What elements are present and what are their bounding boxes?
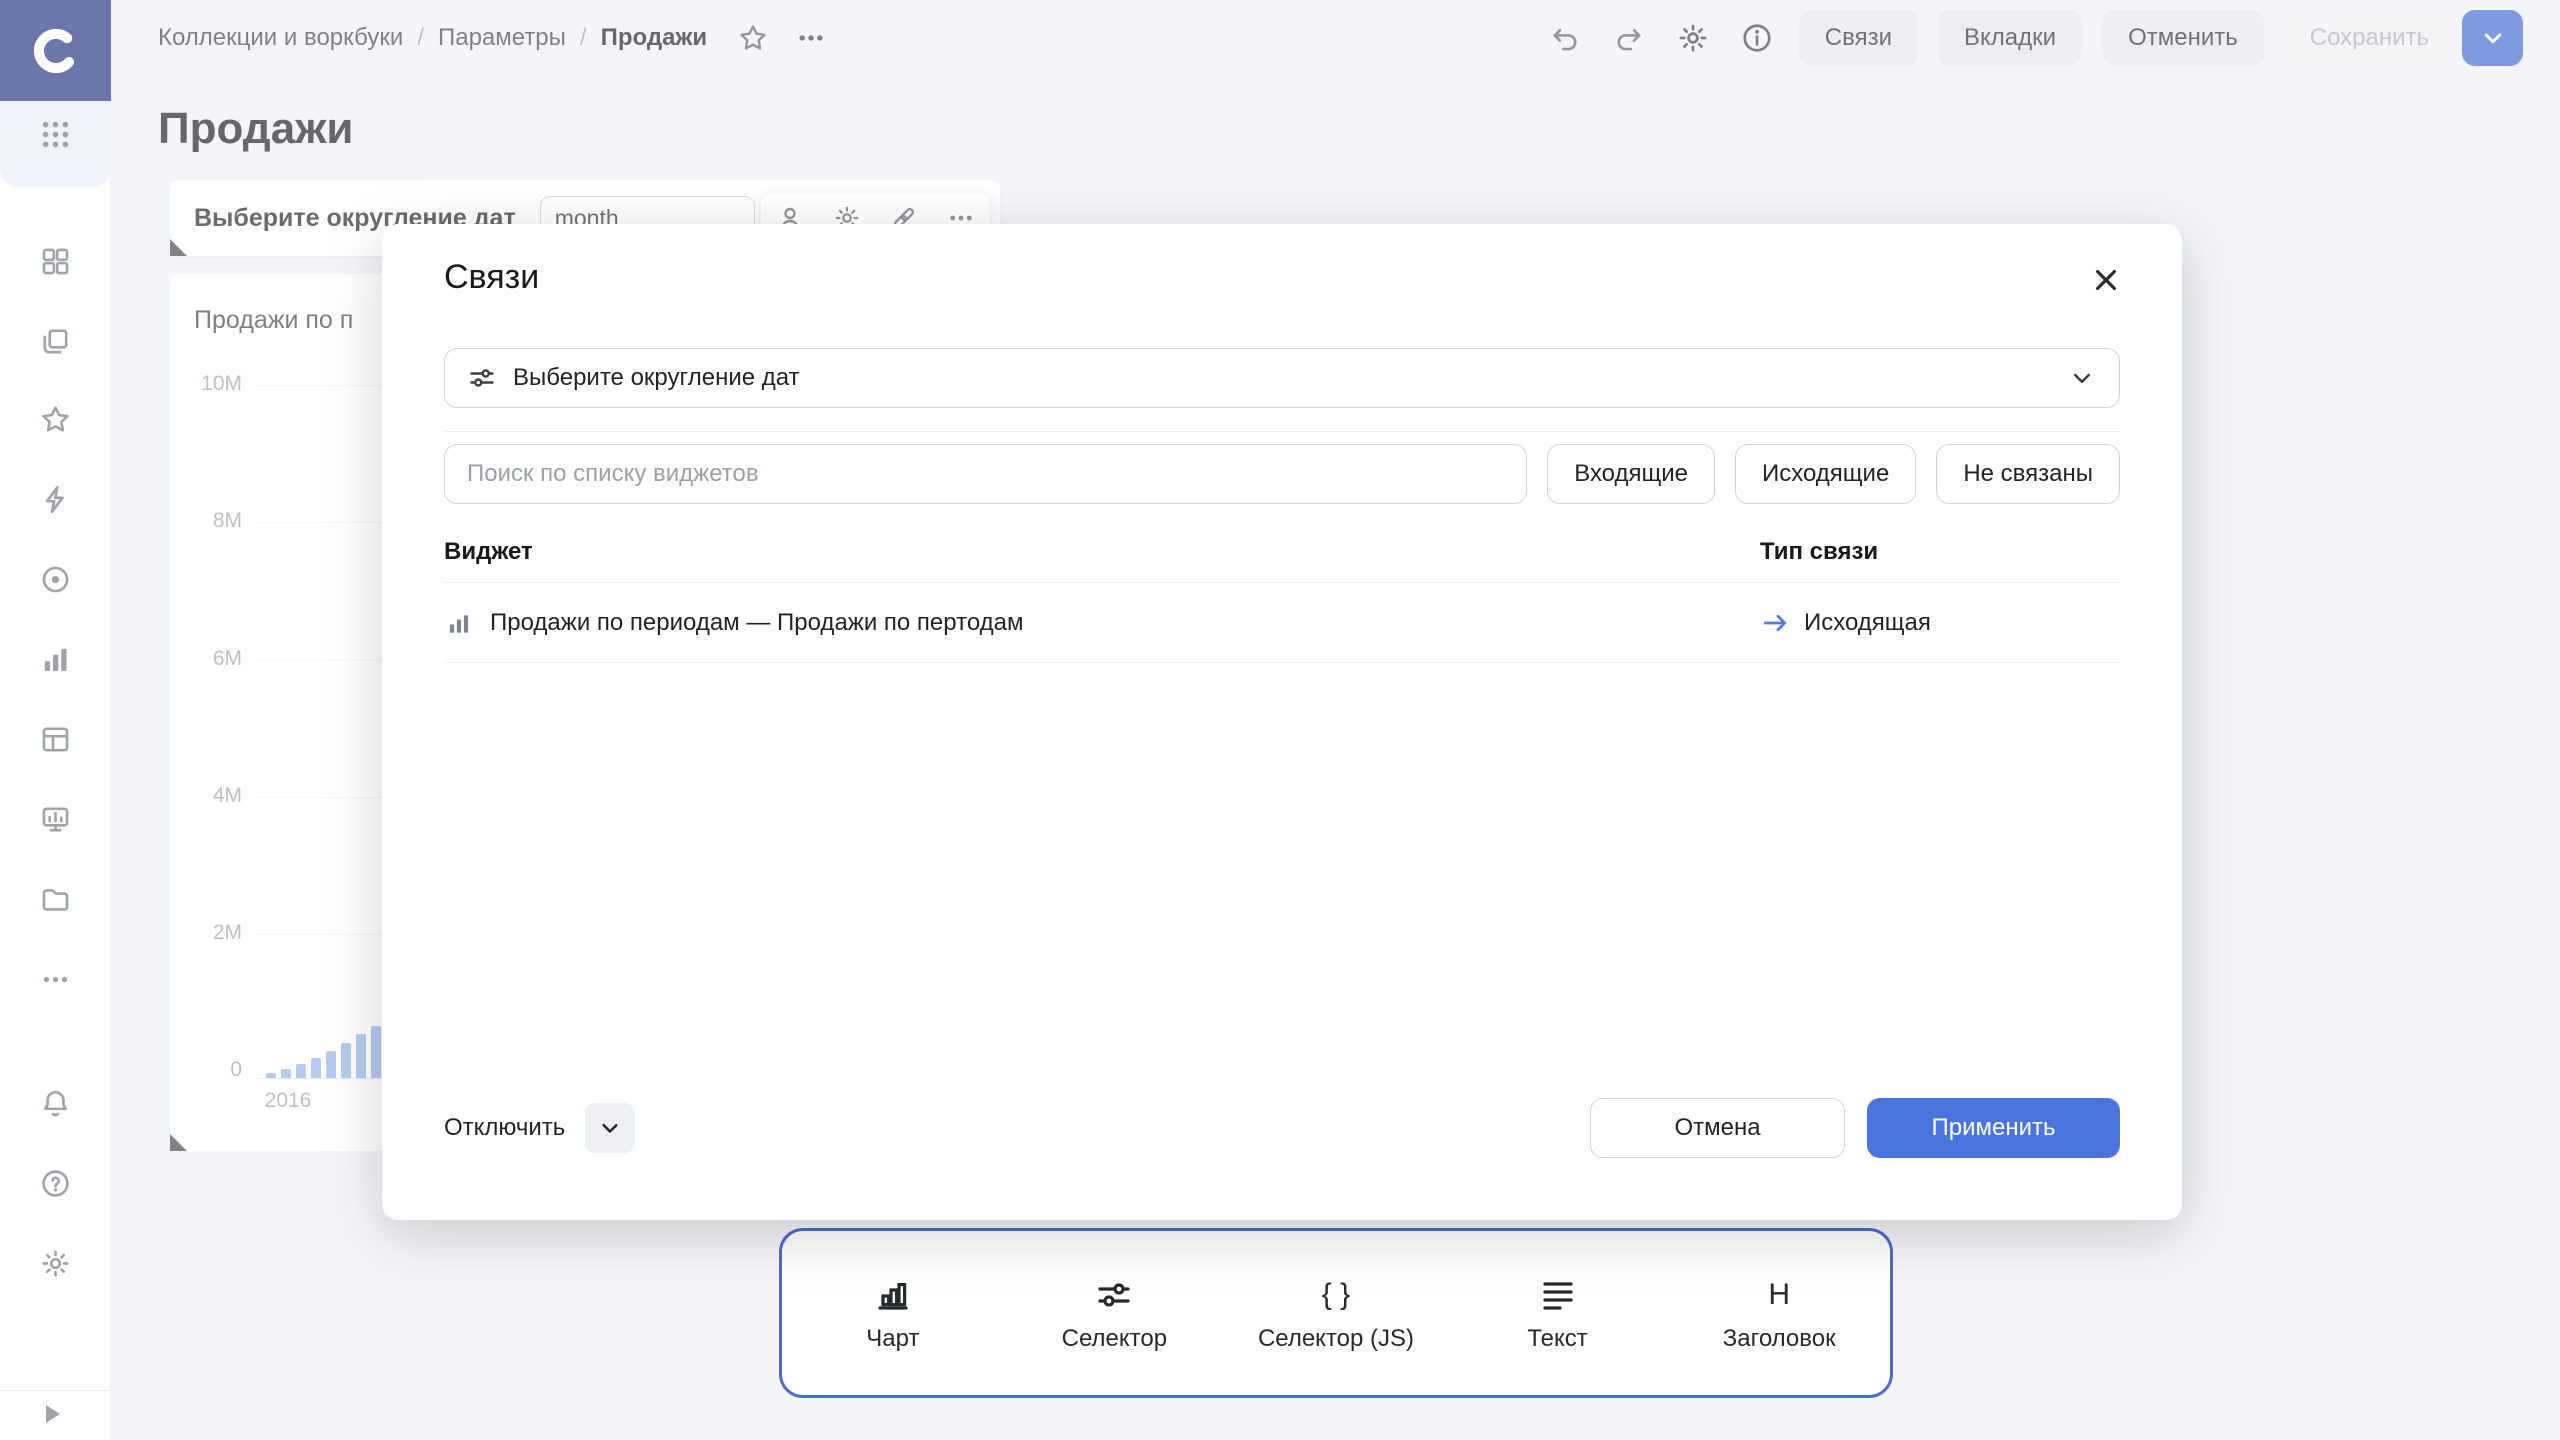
filter-unlinked-button[interactable]: Не связаны bbox=[1936, 444, 2120, 504]
palette-item-text[interactable]: Текст bbox=[1447, 1231, 1669, 1395]
widget-select-dropdown[interactable]: Выберите округление дат bbox=[444, 348, 2120, 408]
edit-panel: Чарт Селектор { } Селектор (JS) Текст H … bbox=[779, 1228, 1893, 1398]
palette-item-label: Селектор bbox=[1062, 1325, 1167, 1353]
disable-dropdown-button[interactable] bbox=[585, 1103, 635, 1153]
connections-dialog: Связи Выберите округление дат Входящие И… bbox=[382, 224, 2182, 1220]
dialog-divider bbox=[444, 431, 2120, 432]
palette-item-label: Чарт bbox=[866, 1325, 919, 1353]
chart-widget-icon bbox=[444, 608, 474, 638]
cancel-button[interactable]: Отмена bbox=[1590, 1098, 1845, 1158]
palette-item-selector-js[interactable]: { } Селектор (JS) bbox=[1225, 1231, 1447, 1395]
row-widget-name: Продажи по периодам — Продажи по пертода… bbox=[490, 609, 1023, 637]
palette-item-label: Заголовок bbox=[1723, 1325, 1836, 1353]
close-icon[interactable] bbox=[2082, 256, 2130, 304]
widget-search-input[interactable] bbox=[444, 444, 1527, 504]
row-link-type-label: Исходящая bbox=[1804, 609, 1931, 637]
selected-widget-label: Выберите округление дат bbox=[513, 364, 800, 392]
selector-icon bbox=[1094, 1273, 1134, 1317]
apply-button[interactable]: Применить bbox=[1867, 1098, 2120, 1158]
column-widget: Виджет bbox=[444, 538, 533, 566]
arrow-right-icon bbox=[1760, 608, 1790, 638]
screen: Коллекции и воркбуки / Параметры / Прода… bbox=[0, 0, 2560, 1440]
palette-item-selector[interactable]: Селектор bbox=[1004, 1231, 1226, 1395]
column-link-type: Тип связи bbox=[1760, 538, 1878, 566]
chart-icon bbox=[873, 1273, 913, 1317]
heading-h-icon: H bbox=[1768, 1273, 1790, 1317]
table-header: Виджет Тип связи bbox=[444, 524, 2120, 583]
palette-item-chart[interactable]: Чарт bbox=[782, 1231, 1004, 1395]
palette-item-label: Текст bbox=[1527, 1325, 1587, 1353]
filter-incoming-button[interactable]: Входящие bbox=[1547, 444, 1715, 504]
dialog-title: Связи bbox=[444, 258, 539, 297]
filter-outgoing-button[interactable]: Исходящие bbox=[1735, 444, 1916, 504]
sliders-icon bbox=[467, 363, 497, 393]
text-lines-icon bbox=[1538, 1273, 1578, 1317]
braces-icon: { } bbox=[1322, 1273, 1350, 1317]
disable-link-button[interactable]: Отключить bbox=[444, 1114, 565, 1142]
dialog-footer: Отключить Отмена Применить bbox=[444, 1098, 2120, 1158]
table-row[interactable]: Продажи по периодам — Продажи по пертода… bbox=[444, 583, 2120, 663]
palette-item-label: Селектор (JS) bbox=[1258, 1325, 1414, 1353]
palette-item-heading[interactable]: H Заголовок bbox=[1668, 1231, 1890, 1395]
row-link-type: Исходящая bbox=[1760, 608, 1931, 638]
search-filter-row: Входящие Исходящие Не связаны bbox=[444, 444, 2120, 504]
chevron-down-icon bbox=[2067, 363, 2097, 393]
